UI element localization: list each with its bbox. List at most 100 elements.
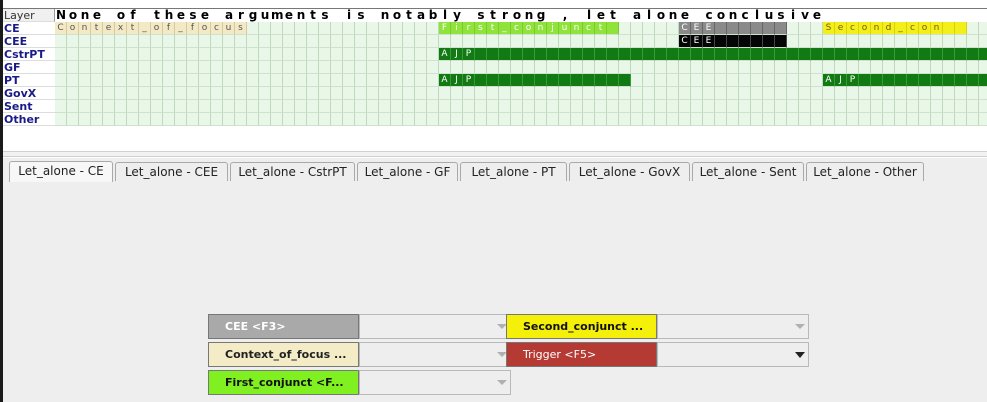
grid-cell[interactable] [103, 87, 115, 100]
grid-cell[interactable] [583, 61, 595, 74]
grid-cell[interactable] [727, 74, 739, 87]
grid-cell[interactable] [823, 61, 835, 74]
second-conjunct-span[interactable]: S [823, 22, 835, 35]
grid-cell[interactable] [391, 87, 403, 100]
grid-cell[interactable] [235, 74, 247, 87]
sentence-char[interactable]: g [535, 9, 547, 22]
grid-cell[interactable] [187, 35, 199, 48]
grid-cell[interactable] [763, 61, 775, 74]
grid-cell[interactable] [343, 35, 355, 48]
sentence-char[interactable] [547, 9, 559, 22]
cstrpt-span[interactable] [919, 48, 931, 61]
pt-span-1[interactable] [535, 74, 547, 87]
sentence-char[interactable]: i [343, 9, 355, 22]
pt-span-2[interactable] [931, 74, 943, 87]
grid-cell[interactable] [427, 100, 439, 113]
grid-cell[interactable] [631, 100, 643, 113]
cee-span[interactable] [739, 35, 751, 48]
sentence-char[interactable]: n [379, 9, 391, 22]
grid-cell[interactable] [355, 113, 367, 126]
grid-cell[interactable] [355, 100, 367, 113]
sentence-char[interactable]: l [583, 9, 595, 22]
grid-cell[interactable] [127, 113, 139, 126]
grid-cell[interactable] [727, 100, 739, 113]
grid-cell[interactable] [751, 87, 763, 100]
context-of-focus-span[interactable]: o [67, 22, 79, 35]
grid-cell[interactable] [151, 87, 163, 100]
ce-cee-span[interactable] [763, 22, 775, 35]
grid-cell[interactable] [907, 61, 919, 74]
cstrpt-span[interactable] [679, 48, 691, 61]
grid-cell[interactable] [559, 61, 571, 74]
grid-cell[interactable] [247, 100, 259, 113]
grid-cell[interactable] [187, 113, 199, 126]
grid-cell[interactable] [247, 35, 259, 48]
grid-cell[interactable] [703, 61, 715, 74]
grid-cell[interactable] [775, 74, 787, 87]
grid-cell[interactable] [343, 22, 355, 35]
context-of-focus-span[interactable]: C [55, 22, 67, 35]
cstrpt-span[interactable] [715, 48, 727, 61]
cstrpt-span[interactable] [583, 48, 595, 61]
sentence-char[interactable]: o [511, 9, 523, 22]
second-conjunct-span[interactable]: o [919, 22, 931, 35]
grid-cell[interactable] [259, 100, 271, 113]
grid-cell[interactable] [367, 113, 379, 126]
ce-cee-span[interactable] [727, 22, 739, 35]
grid-cell[interactable] [343, 87, 355, 100]
grid-cell[interactable] [259, 87, 271, 100]
sentence-char[interactable]: v [799, 9, 811, 22]
grid-cell[interactable] [847, 113, 859, 126]
grid-cell[interactable] [379, 61, 391, 74]
grid-cell[interactable] [739, 87, 751, 100]
grid-cell[interactable] [259, 61, 271, 74]
grid-cell[interactable] [331, 61, 343, 74]
grid-cell[interactable] [811, 87, 823, 100]
grid-cell[interactable] [379, 74, 391, 87]
grid-cell[interactable] [67, 100, 79, 113]
grid-cell[interactable] [79, 87, 91, 100]
grid-cell[interactable] [427, 61, 439, 74]
grid-cell[interactable] [691, 74, 703, 87]
grid-cell[interactable] [619, 22, 631, 35]
grid-cell[interactable] [655, 113, 667, 126]
cstrpt-span[interactable] [475, 48, 487, 61]
grid-cell[interactable] [967, 22, 979, 35]
context-of-focus-span[interactable]: t [91, 22, 103, 35]
grid-cell[interactable] [139, 113, 151, 126]
chevron-down-icon[interactable] [493, 371, 510, 394]
pt-ajp-span-1[interactable]: P [463, 74, 475, 87]
grid-cell[interactable] [163, 48, 175, 61]
grid-cell[interactable] [511, 113, 523, 126]
pt-span-1[interactable] [619, 74, 631, 87]
grid-cell[interactable] [451, 35, 463, 48]
grid-cell[interactable] [91, 87, 103, 100]
grid-cell[interactable] [187, 48, 199, 61]
grid-cell[interactable] [739, 61, 751, 74]
sentence-char[interactable]: y [451, 9, 463, 22]
grid-cell[interactable] [619, 87, 631, 100]
grid-cell[interactable] [67, 61, 79, 74]
grid-cell[interactable] [619, 113, 631, 126]
grid-cell[interactable] [79, 35, 91, 48]
cstrpt-span[interactable] [763, 48, 775, 61]
grid-cell[interactable] [667, 74, 679, 87]
grid-cell[interactable] [763, 113, 775, 126]
grid-cell[interactable] [319, 48, 331, 61]
grid-cell[interactable] [487, 87, 499, 100]
sentence-char[interactable]: e [283, 9, 295, 22]
grid-cell[interactable] [967, 100, 979, 113]
grid-cell[interactable] [319, 22, 331, 35]
grid-cell[interactable] [355, 22, 367, 35]
sentence-char[interactable]: t [307, 9, 319, 22]
grid-cell[interactable] [211, 61, 223, 74]
grid-cell[interactable] [427, 113, 439, 126]
grid-cell[interactable] [559, 87, 571, 100]
grid-cell[interactable] [187, 87, 199, 100]
grid-cell[interactable] [655, 100, 667, 113]
grid-cell[interactable] [907, 113, 919, 126]
grid-cell[interactable] [859, 61, 871, 74]
grid-cell[interactable] [367, 61, 379, 74]
grid-cell[interactable] [547, 100, 559, 113]
grid-cell[interactable] [499, 61, 511, 74]
